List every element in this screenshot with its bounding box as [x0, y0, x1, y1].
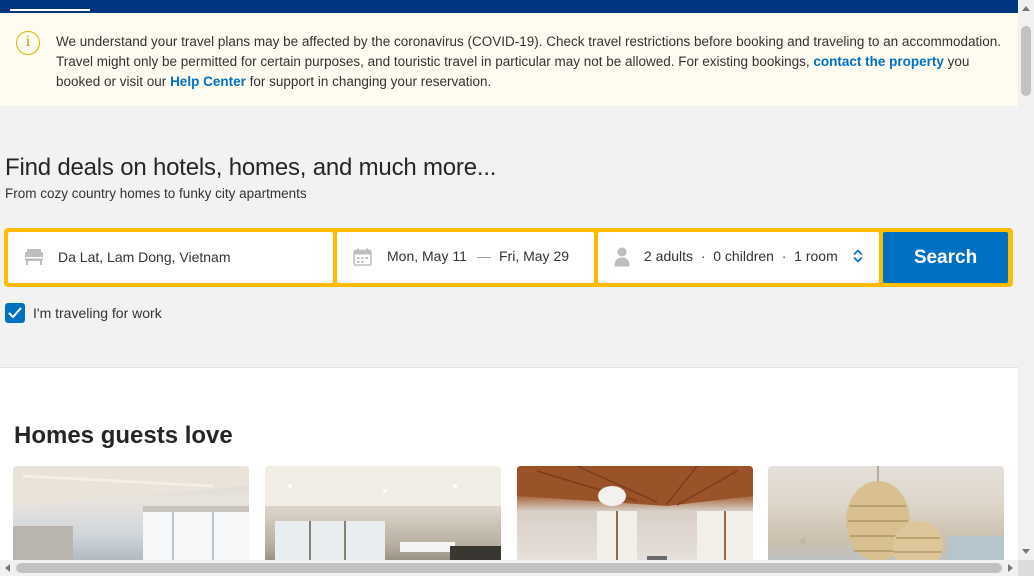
destination-value: Da Lat, Lam Dong, Vietnam — [58, 249, 231, 265]
work-travel-option[interactable]: I'm traveling for work — [5, 303, 162, 323]
active-tab-indicator — [10, 9, 90, 11]
hero-title: Find deals on hotels, homes, and much mo… — [5, 154, 497, 181]
help-center-link[interactable]: Help Center — [170, 74, 246, 89]
horizontal-scrollbar[interactable] — [0, 560, 1018, 576]
contact-property-link[interactable]: contact the property — [813, 54, 944, 69]
dates-field[interactable]: Mon, May 11 — Fri, May 29 — [337, 232, 594, 283]
bed-icon — [25, 249, 43, 265]
calendar-icon — [353, 248, 372, 266]
date-separator: — — [477, 248, 491, 264]
property-card-image[interactable] — [517, 466, 753, 566]
scrollbar-corner — [1018, 560, 1034, 576]
guests-field[interactable]: 2 adults · 0 children · 1 room — [598, 232, 879, 283]
homes-guests-love-title: Homes guests love — [14, 422, 233, 449]
search-button[interactable]: Search — [883, 232, 1008, 283]
scroll-down-arrow-icon[interactable] — [1022, 549, 1030, 554]
chevron-up-down-icon — [853, 249, 863, 263]
checkout-date[interactable]: Fri, May 29 — [499, 248, 569, 264]
scroll-up-arrow-icon[interactable] — [1022, 6, 1030, 11]
property-card-image[interactable] — [265, 466, 501, 566]
guests-summary: 2 adults · 0 children · 1 room — [644, 248, 838, 264]
property-card-image[interactable] — [13, 466, 249, 566]
vertical-scrollbar[interactable] — [1018, 0, 1034, 560]
property-card-image[interactable] — [768, 466, 1004, 566]
property-photo — [800, 466, 1004, 566]
search-box: Da Lat, Lam Dong, Vietnam Mon, May 11 — … — [4, 228, 1013, 287]
vertical-scroll-thumb[interactable] — [1021, 26, 1031, 96]
alert-text-part-3: for support in changing your reservation… — [245, 74, 492, 89]
property-photo — [517, 466, 753, 566]
info-icon: i — [16, 31, 40, 55]
horizontal-scroll-thumb[interactable] — [16, 563, 1002, 573]
alert-text: We understand your travel plans may be a… — [56, 32, 1006, 92]
hero-subtitle: From cozy country homes to funky city ap… — [5, 186, 307, 201]
work-travel-checkbox[interactable] — [5, 303, 25, 323]
property-photo — [265, 466, 501, 566]
top-nav-bar — [0, 0, 1034, 13]
checkin-date[interactable]: Mon, May 11 — [387, 248, 467, 264]
scroll-left-arrow-icon[interactable] — [5, 564, 10, 572]
covid-alert-banner: i We understand your travel plans may be… — [0, 13, 1018, 106]
checkmark-icon — [8, 307, 22, 318]
search-hero: Find deals on hotels, homes, and much mo… — [0, 106, 1018, 368]
person-icon — [614, 247, 630, 267]
property-photo — [13, 466, 249, 566]
scroll-right-arrow-icon[interactable] — [1008, 564, 1013, 572]
work-travel-label: I'm traveling for work — [33, 305, 162, 321]
destination-field[interactable]: Da Lat, Lam Dong, Vietnam — [8, 232, 333, 283]
